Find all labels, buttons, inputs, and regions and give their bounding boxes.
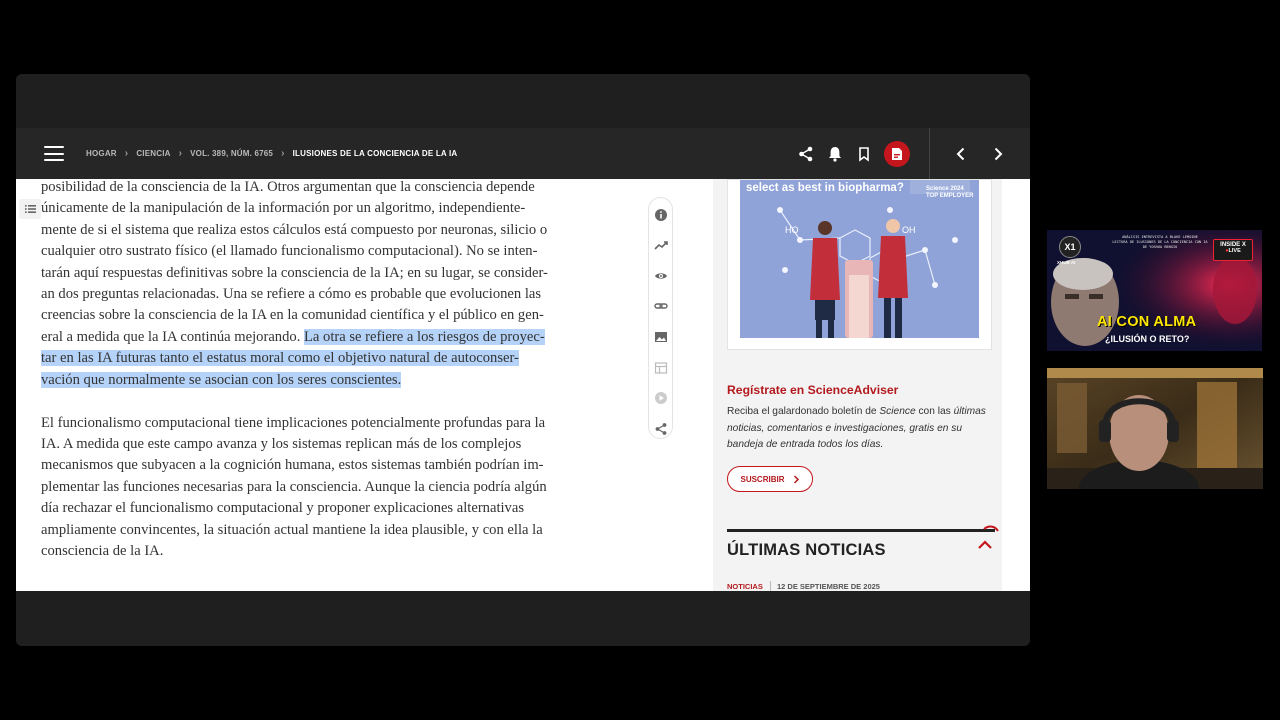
article-body: posibilidad de la consciencia de la IA. … <box>41 179 596 584</box>
selected-text: La otra se refiere a los riesgos de proy… <box>304 328 545 345</box>
browser-frame: HOGAR › CIENCIA › VOL. 389, NÚM. 6765 › … <box>16 74 1030 646</box>
chevron-right-icon: › <box>178 147 183 159</box>
pdf-button[interactable] <box>884 141 910 167</box>
chevron-up-icon[interactable] <box>977 539 993 551</box>
sidebar: select as best in biopharma? Science 202… <box>713 179 1002 591</box>
table-icon[interactable] <box>654 361 668 375</box>
section-rule <box>727 529 995 532</box>
chevron-right-icon <box>793 474 799 484</box>
image-icon[interactable] <box>654 330 668 344</box>
share-icon[interactable] <box>654 422 668 436</box>
newsletter-title[interactable]: Regístrate en ScienceAdviser <box>727 383 898 397</box>
info-icon[interactable] <box>654 208 668 222</box>
eye-icon[interactable] <box>654 269 668 283</box>
list-icon <box>25 205 36 213</box>
subscribe-button[interactable]: SUSCRIBIR <box>727 466 813 492</box>
thumbnail-title: AI CON ALMA <box>1097 314 1197 330</box>
stream-thumbnail: X1 XHUB AI ANÁLISIS ENTREVISTA A BLAKE L… <box>1047 230 1262 351</box>
newsletter-description: Reciba el galardonado boletín de Science… <box>727 406 986 451</box>
svg-text:OH: OH <box>902 225 916 235</box>
page-margin <box>1002 179 1030 591</box>
chevron-left-icon[interactable] <box>952 145 970 163</box>
article-paragraph: El funcionalismo computacional tiene imp… <box>41 414 547 559</box>
bell-icon[interactable] <box>826 145 844 163</box>
share-icon[interactable] <box>797 145 815 163</box>
breadcrumb-issue[interactable]: VOL. 389, NÚM. 6765 <box>190 149 273 158</box>
ad-image: select as best in biopharma? Science 202… <box>740 180 979 338</box>
breadcrumb-current: ILUSIONES DE LA CONCIENCIA DE LA IA <box>292 149 458 158</box>
trending-icon[interactable] <box>654 238 668 252</box>
chevron-right-icon: › <box>124 147 129 159</box>
chevron-right-icon: › <box>281 147 285 159</box>
rule-accent-icon <box>983 525 999 532</box>
breadcrumb: HOGAR › CIENCIA › VOL. 389, NÚM. 6765 › … <box>86 128 457 179</box>
table-of-contents-button[interactable] <box>19 199 41 219</box>
menu-button[interactable] <box>44 146 64 161</box>
thumbnail-header-text: ANÁLISIS ENTREVISTA A BLAKE LEMOINE LECT… <box>1112 235 1208 249</box>
selected-text: vación que normalmente se asocian con lo… <box>41 371 402 388</box>
frame-top-bar <box>16 74 1030 128</box>
play-icon[interactable] <box>654 391 668 405</box>
hamburger-icon <box>44 146 64 148</box>
latest-news-heading: ÚLTIMAS NOTICIAS <box>727 541 886 559</box>
xhub-logo-text: XHUB AI <box>1057 260 1076 265</box>
header-divider <box>929 128 930 179</box>
news-divider <box>770 581 771 591</box>
breadcrumb-home[interactable]: HOGAR <box>86 149 117 158</box>
pdf-icon <box>892 148 902 160</box>
article-tool-rail <box>648 197 673 439</box>
chevron-right-icon[interactable] <box>989 145 1007 163</box>
site-header: HOGAR › CIENCIA › VOL. 389, NÚM. 6765 › … <box>16 128 1030 179</box>
advertisement[interactable]: select as best in biopharma? Science 202… <box>727 179 992 350</box>
xhub-logo: X1 <box>1059 236 1081 258</box>
webcam-feed <box>1047 368 1263 489</box>
scientists-illustration: HO OH <box>777 180 970 338</box>
bookmark-icon[interactable] <box>855 145 873 163</box>
thumbnail-subtitle: ¿ILUSIÓN O RETO? <box>1105 334 1190 344</box>
news-category-tag[interactable]: NOTICIAS <box>727 582 763 591</box>
breadcrumb-science[interactable]: CIENCIA <box>136 149 170 158</box>
frame-bottom-bar <box>16 591 1030 646</box>
link-icon[interactable] <box>654 299 668 313</box>
selected-text: tar en las IA futuras tanto el estatus m… <box>41 350 519 367</box>
page-content: posibilidad de la consciencia de la IA. … <box>16 179 1030 591</box>
article-paragraph: posibilidad de la consciencia de la IA. … <box>41 179 548 388</box>
inside-x-badge: INSIDE X ●LIVE <box>1213 239 1253 261</box>
svg-text:HO: HO <box>785 225 799 235</box>
news-date: 12 DE SEPTIEMBRE DE 2025 <box>777 582 880 591</box>
